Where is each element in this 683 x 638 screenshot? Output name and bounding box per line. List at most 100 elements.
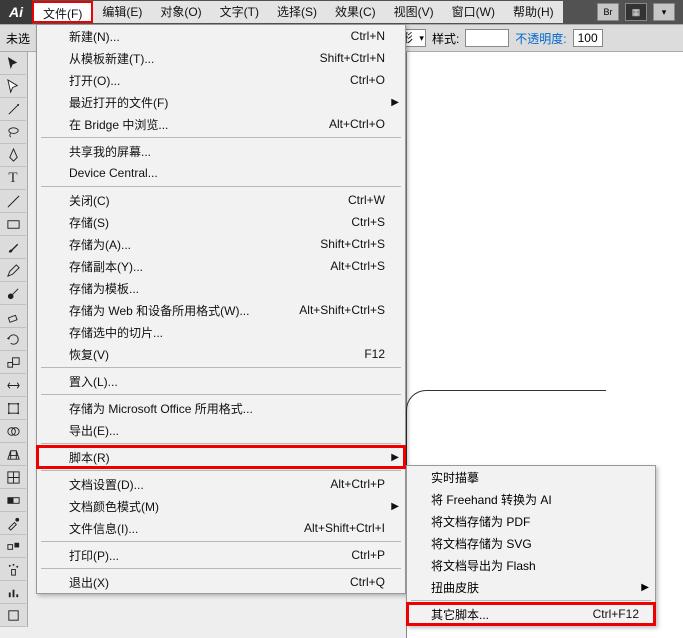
blend-tool[interactable]: [0, 535, 26, 558]
perspective-grid-tool[interactable]: [0, 443, 26, 466]
file-menu-item[interactable]: 在 Bridge 中浏览...Alt+Ctrl+O: [37, 113, 405, 135]
file-menu-item[interactable]: 存储为模板...: [37, 277, 405, 299]
file-menu-item[interactable]: 打开(O)...Ctrl+O: [37, 69, 405, 91]
line-tool[interactable]: [0, 190, 26, 213]
menu-item-label: 存储为 Microsoft Office 所用格式...: [69, 400, 385, 417]
scripts-menu-item[interactable]: 将 Freehand 转换为 AI: [407, 488, 655, 510]
submenu-arrow-icon: ▶: [641, 582, 649, 593]
menu-file[interactable]: 文件(F): [32, 1, 93, 23]
menu-item-shortcut: Alt+Shift+Ctrl+S: [299, 303, 385, 317]
file-menu-item[interactable]: 共享我的屏幕...: [37, 140, 405, 162]
pencil-tool[interactable]: [0, 259, 26, 282]
style-label: 样式:: [432, 30, 459, 47]
menu-item-shortcut: Shift+Ctrl+S: [320, 237, 385, 251]
file-menu-item[interactable]: 从模板新建(T)...Shift+Ctrl+N: [37, 47, 405, 69]
blob-brush-tool[interactable]: [0, 282, 26, 305]
menu-window[interactable]: 窗口(W): [443, 1, 504, 23]
toolbar: T: [0, 52, 28, 627]
bridge-icon[interactable]: Br: [597, 3, 619, 21]
direct-selection-tool[interactable]: [0, 75, 26, 98]
menu-view[interactable]: 视图(V): [385, 1, 443, 23]
shape-builder-tool[interactable]: [0, 420, 26, 443]
menu-item-shortcut: Ctrl+F12: [593, 607, 639, 621]
file-menu-item[interactable]: 文档颜色模式(M) ▶: [37, 495, 405, 517]
column-graph-tool[interactable]: [0, 581, 26, 604]
symbol-sprayer-tool[interactable]: [0, 558, 26, 581]
file-menu-item[interactable]: 置入(L)...: [37, 370, 405, 392]
submenu-arrow-icon: ▶: [391, 97, 399, 108]
opacity-input[interactable]: 100: [573, 29, 603, 47]
menu-item-shortcut: F12: [364, 347, 385, 361]
mesh-tool[interactable]: [0, 466, 26, 489]
scripts-menu-item[interactable]: 实时描摹: [407, 466, 655, 488]
gradient-tool[interactable]: [0, 489, 26, 512]
titlebar: Ai 文件(F) 编辑(E) 对象(O) 文字(T) 选择(S) 效果(C) 视…: [0, 0, 683, 24]
menu-select[interactable]: 选择(S): [268, 1, 326, 23]
file-menu-item[interactable]: 脚本(R)▶: [37, 446, 405, 468]
menu-type[interactable]: 文字(T): [211, 1, 268, 23]
menu-item-label: 导出(E)...: [69, 422, 385, 439]
menu-item-label: 退出(X): [69, 574, 350, 591]
file-menu-item[interactable]: 存储(S)Ctrl+S: [37, 211, 405, 233]
menu-item-label: 新建(N)...: [69, 28, 351, 45]
menu-item-label: 存储(S): [69, 214, 351, 231]
file-menu-item[interactable]: 文件信息(I)...Alt+Shift+Ctrl+I: [37, 517, 405, 539]
file-menu-item[interactable]: 存储为 Microsoft Office 所用格式...: [37, 397, 405, 419]
menu-item-label: 打印(P)...: [69, 547, 351, 564]
file-menu-item[interactable]: 退出(X)Ctrl+Q: [37, 571, 405, 593]
file-menu-item[interactable]: 恢复(V)F12: [37, 343, 405, 365]
file-menu-item[interactable]: Device Central...: [37, 162, 405, 184]
menu-item-shortcut: Ctrl+N: [351, 29, 385, 43]
file-menu-item[interactable]: 存储副本(Y)...Alt+Ctrl+S: [37, 255, 405, 277]
menu-item-label: 恢复(V): [69, 346, 364, 363]
menu-item-label: 其它脚本...: [431, 606, 593, 623]
file-menu-item[interactable]: 导出(E)...: [37, 419, 405, 441]
workspace-dropdown[interactable]: ▾: [653, 3, 675, 21]
file-menu-item[interactable]: 新建(N)...Ctrl+N: [37, 25, 405, 47]
rectangle-tool[interactable]: [0, 213, 26, 236]
menu-help[interactable]: 帮助(H): [504, 1, 563, 23]
noselection-label: 未选: [6, 30, 30, 47]
file-menu-item[interactable]: 最近打开的文件(F)▶: [37, 91, 405, 113]
menu-item-label: 共享我的屏幕...: [69, 143, 385, 160]
paintbrush-tool[interactable]: [0, 236, 26, 259]
scale-tool[interactable]: [0, 351, 26, 374]
style-select[interactable]: [465, 29, 509, 47]
menu-edit[interactable]: 编辑(E): [93, 1, 151, 23]
menu-item-label: 在 Bridge 中浏览...: [69, 116, 329, 133]
menu-item-label: 关闭(C): [69, 192, 348, 209]
arrange-icon[interactable]: ▦: [625, 3, 647, 21]
menu-object[interactable]: 对象(O): [151, 1, 210, 23]
artboard-tool[interactable]: [0, 604, 26, 627]
lasso-tool[interactable]: [0, 121, 26, 144]
menu-item-shortcut: Ctrl+P: [351, 548, 385, 562]
file-menu-item[interactable]: 存储选中的切片...: [37, 321, 405, 343]
menu-item-label: 文档颜色模式(M): [69, 498, 385, 515]
menu-item-label: 扭曲皮肤: [431, 579, 639, 596]
file-menu-item[interactable]: 存储为 Web 和设备所用格式(W)...Alt+Shift+Ctrl+S: [37, 299, 405, 321]
pen-tool[interactable]: [0, 144, 26, 167]
file-menu-item[interactable]: 关闭(C)Ctrl+W: [37, 189, 405, 211]
menu-item-shortcut: Alt+Ctrl+P: [330, 477, 385, 491]
menu-effect[interactable]: 效果(C): [326, 1, 385, 23]
scripts-menu-item[interactable]: 将文档存储为 SVG: [407, 532, 655, 554]
file-menu-item[interactable]: 存储为(A)...Shift+Ctrl+S: [37, 233, 405, 255]
submenu-arrow-icon: ▶: [391, 501, 399, 512]
scripts-menu-item[interactable]: 其它脚本...Ctrl+F12: [407, 603, 655, 625]
selection-tool[interactable]: [0, 52, 26, 75]
magic-wand-tool[interactable]: [0, 98, 26, 121]
menu-item-label: 文件信息(I)...: [69, 520, 304, 537]
scripts-menu-item[interactable]: 扭曲皮肤▶: [407, 576, 655, 598]
menu-item-label: Device Central...: [69, 166, 385, 180]
eraser-tool[interactable]: [0, 305, 26, 328]
menu-item-label: 将 Freehand 转换为 AI: [431, 491, 639, 508]
width-tool[interactable]: [0, 374, 26, 397]
rotate-tool[interactable]: [0, 328, 26, 351]
type-tool[interactable]: T: [0, 167, 26, 190]
file-menu-item[interactable]: 打印(P)...Ctrl+P: [37, 544, 405, 566]
file-menu-item[interactable]: 文档设置(D)...Alt+Ctrl+P: [37, 473, 405, 495]
free-transform-tool[interactable]: [0, 397, 26, 420]
scripts-menu-item[interactable]: 将文档导出为 Flash: [407, 554, 655, 576]
scripts-menu-item[interactable]: 将文档存储为 PDF: [407, 510, 655, 532]
eyedropper-tool[interactable]: [0, 512, 26, 535]
